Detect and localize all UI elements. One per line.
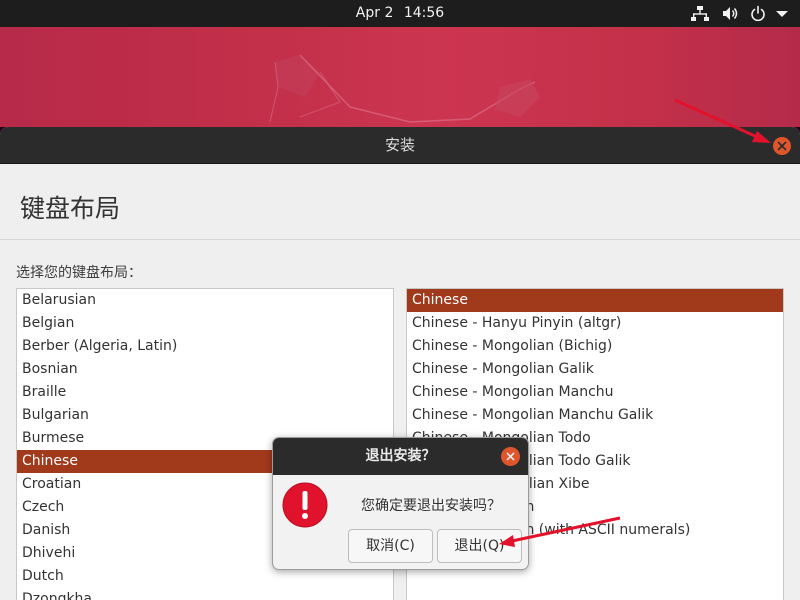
layout-list-item[interactable]: Belgian bbox=[17, 312, 393, 335]
layout-list-item[interactable]: Bulgarian bbox=[17, 404, 393, 427]
header-divider bbox=[0, 239, 800, 240]
clock-time: 14:56 bbox=[403, 5, 445, 21]
chevron-down-icon[interactable] bbox=[772, 4, 792, 23]
variant-list-item[interactable]: Chinese - Hanyu Pinyin (altgr) bbox=[407, 312, 783, 335]
layout-list-item[interactable]: Bosnian bbox=[17, 358, 393, 381]
network-icon[interactable] bbox=[690, 4, 710, 23]
variant-list-item[interactable]: Chinese - Mongolian Manchu Galik bbox=[407, 404, 783, 427]
variant-list-item[interactable]: Chinese - Mongolian (Bichig) bbox=[407, 335, 783, 358]
dialog-title: 退出安装？ bbox=[365, 448, 436, 464]
clock-date: Apr 2 bbox=[355, 5, 394, 21]
quit-dialog: 退出安装？ 您确定要退出安装吗？ 取消(C) 退出(Q) bbox=[272, 437, 529, 570]
quit-button[interactable]: 退出(Q) bbox=[437, 529, 522, 563]
desktop-wallpaper bbox=[0, 27, 800, 127]
window-titlebar[interactable]: 安装 bbox=[0, 127, 800, 164]
cancel-button[interactable]: 取消(C) bbox=[348, 529, 433, 563]
warning-icon bbox=[282, 482, 328, 528]
layout-list-item[interactable]: Dzongkha bbox=[17, 588, 393, 600]
close-icon[interactable] bbox=[773, 137, 791, 155]
variant-list-item-selected[interactable]: Chinese bbox=[407, 289, 783, 312]
close-icon[interactable] bbox=[501, 447, 520, 466]
clock[interactable]: Apr 2 14:56 bbox=[0, 0, 800, 27]
window-title: 安装 bbox=[384, 136, 415, 154]
dialog-message: 您确定要退出安装吗？ bbox=[361, 498, 501, 514]
layout-prompt-label: 选择您的键盘布局： bbox=[16, 265, 142, 281]
layout-list-item[interactable]: Braille bbox=[17, 381, 393, 404]
top-bar: Apr 2 14:56 bbox=[0, 0, 800, 27]
layout-list-item[interactable]: Berber (Algeria, Latin) bbox=[17, 335, 393, 358]
volume-icon[interactable] bbox=[720, 4, 740, 23]
power-icon[interactable] bbox=[748, 4, 768, 23]
layout-list-item[interactable]: Belarusian bbox=[17, 289, 393, 312]
page-title: 键盘布局 bbox=[20, 194, 121, 223]
variant-list-item[interactable]: Chinese - Mongolian Manchu bbox=[407, 381, 783, 404]
dialog-titlebar[interactable]: 退出安装？ bbox=[273, 438, 528, 475]
variant-list-item[interactable]: Chinese - Mongolian Galik bbox=[407, 358, 783, 381]
